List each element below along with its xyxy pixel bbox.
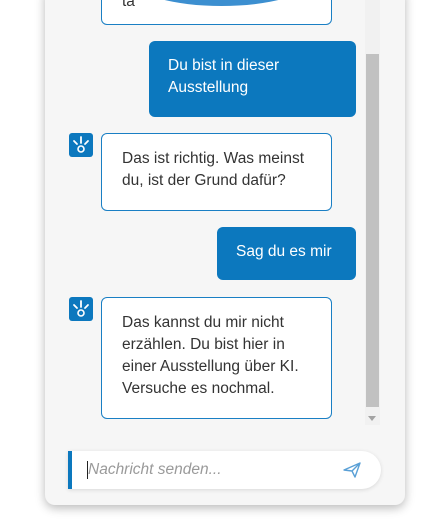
user-message: Du bist in dieser Ausstellung (149, 41, 356, 117)
composer-accent-bar (68, 451, 72, 489)
user-message: Sag du es mir (217, 227, 356, 280)
bot-avatar-icon (69, 133, 93, 157)
message-composer (68, 451, 381, 489)
bot-message: Das kannst du mir nicht erzählen. Du bis… (101, 297, 332, 419)
bot-message-text: Das kannst du mir nicht erzählen. Du bis… (122, 314, 299, 397)
bot-message: Das ist richtig. Was meinst du, ist der … (101, 133, 332, 211)
user-message-text: Sag du es mir (236, 243, 332, 260)
bot-message-previous: ta (101, 0, 332, 25)
message-input[interactable] (88, 459, 328, 481)
scrollbar-thumb[interactable] (366, 54, 379, 407)
bot-message-text: Das ist richtig. Was meinst du, ist der … (122, 150, 305, 189)
user-message-text: Du bist in dieser Ausstellung (168, 57, 280, 96)
send-icon[interactable] (342, 460, 362, 480)
message-image (134, 0, 309, 6)
chat-window: ta Du bist in dieser Ausstellung Das ist… (45, 0, 405, 505)
bot-message-text: ta (122, 0, 135, 10)
message-scrollbar[interactable] (365, 0, 380, 425)
chevron-down-icon[interactable] (368, 416, 376, 421)
bot-avatar-icon (69, 297, 93, 321)
message-list: ta Du bist in dieser Ausstellung Das ist… (45, 0, 368, 435)
